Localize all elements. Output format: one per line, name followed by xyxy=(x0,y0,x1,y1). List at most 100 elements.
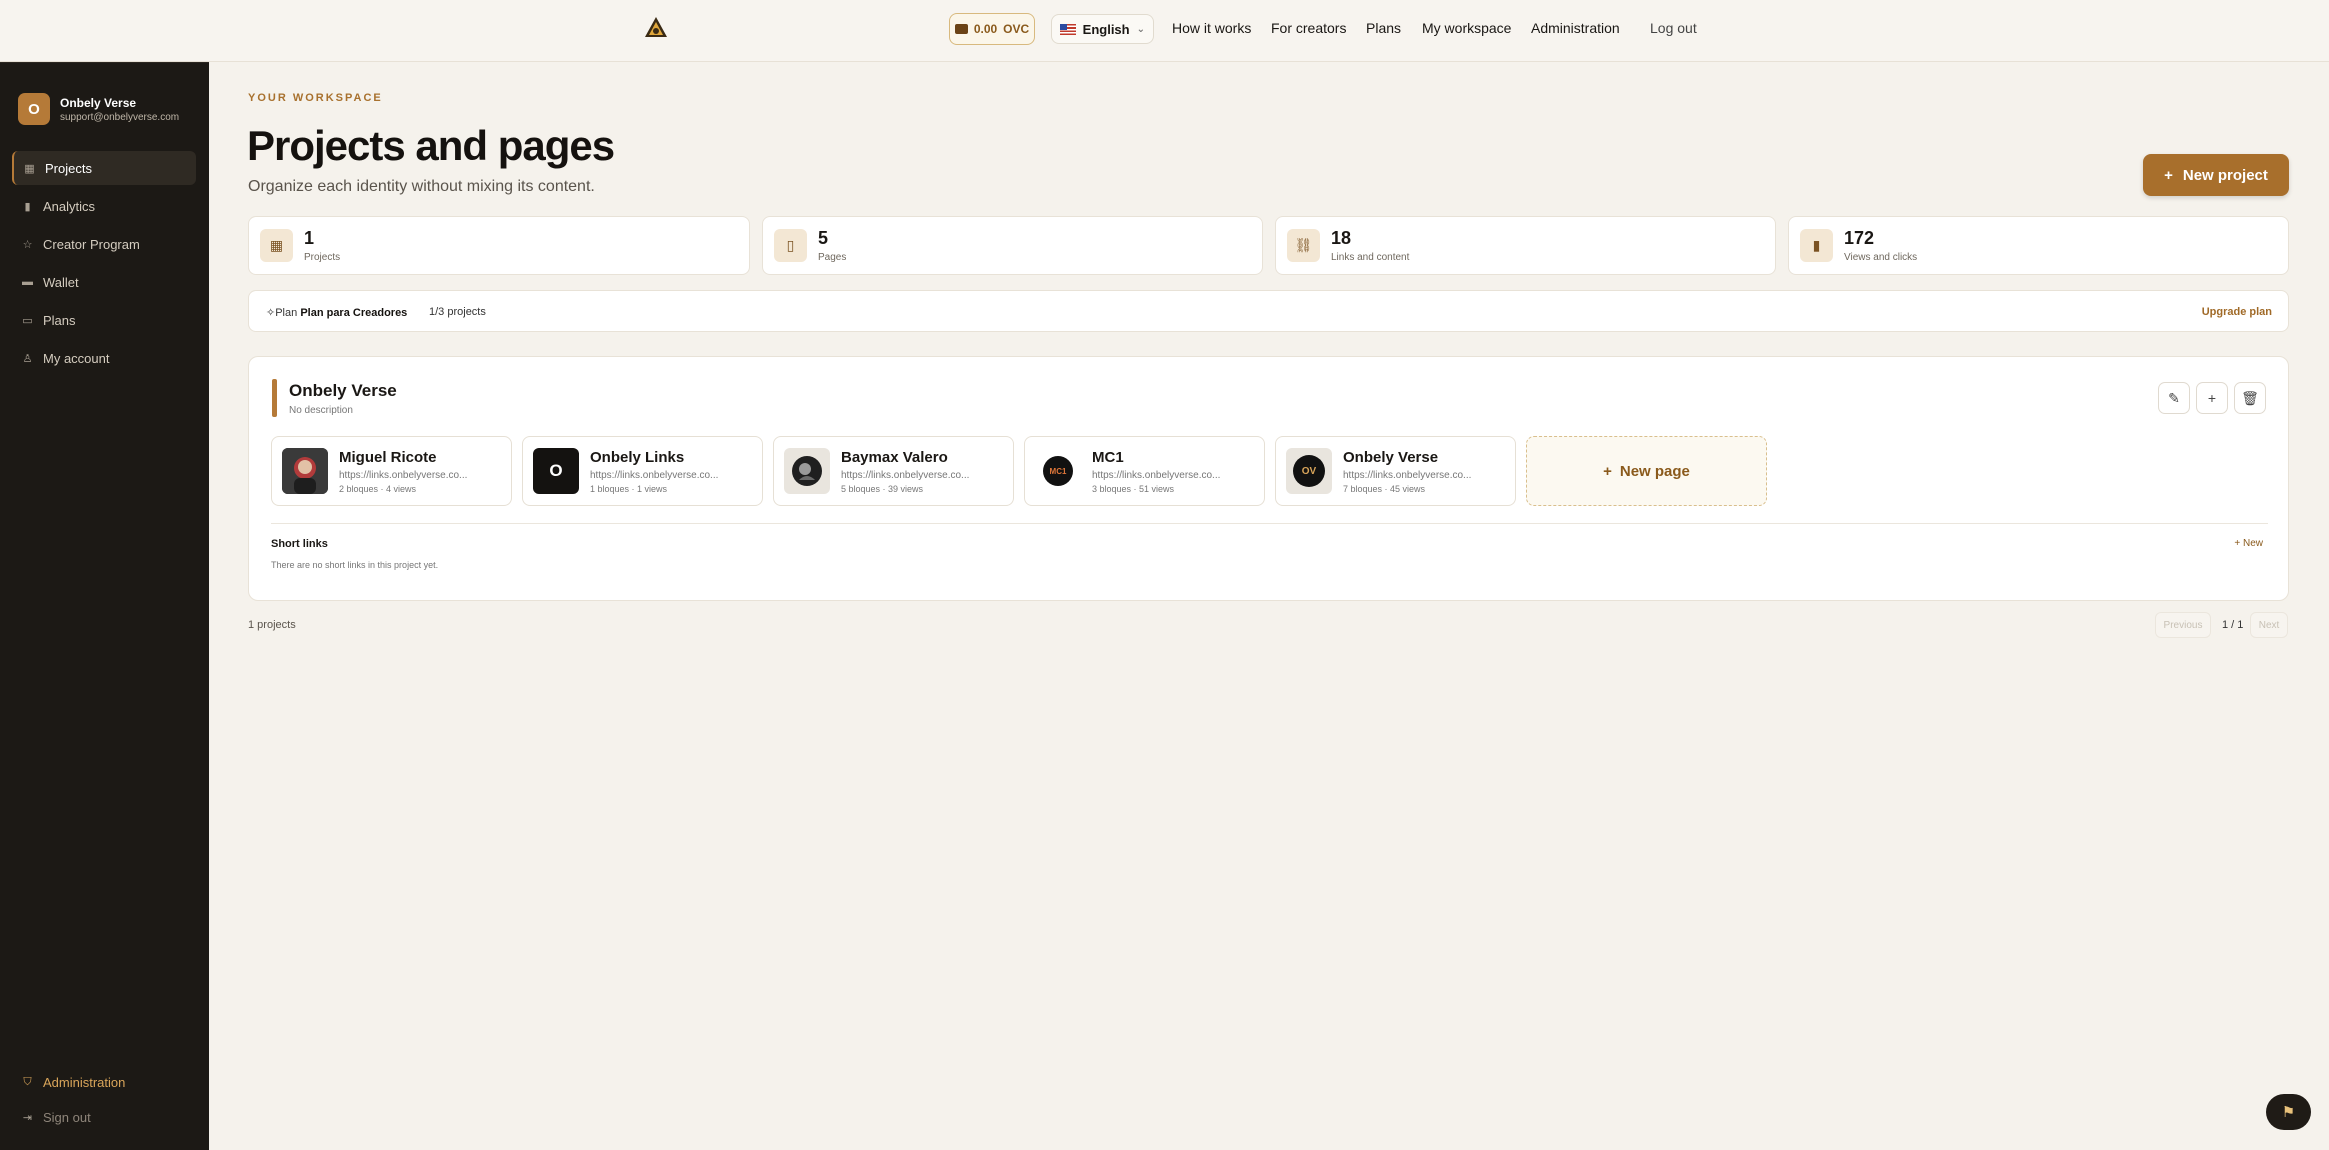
page-name: Baymax Valero xyxy=(841,449,948,466)
page-meta: 2 bloques · 4 views xyxy=(339,484,417,494)
sidebar-item-analytics[interactable]: ▮ Analytics xyxy=(12,189,196,223)
page-thumbnail: OV xyxy=(1286,448,1332,494)
page-thumbnail xyxy=(784,448,830,494)
page-meta: 3 bloques · 51 views xyxy=(1092,484,1175,494)
stat-card-views: ▮ 172 Views and clicks xyxy=(1788,216,2289,275)
add-page-button[interactable]: + xyxy=(2196,382,2228,414)
sidebar-item-label: Wallet xyxy=(43,274,79,290)
stat-value: 1 xyxy=(304,228,315,248)
page-name: Miguel Ricote xyxy=(339,449,437,466)
bar-chart-icon: ▮ xyxy=(1800,229,1833,262)
page-tile-onbely-links[interactable]: O Onbely Links https://links.onbelyverse… xyxy=(522,436,763,506)
page-tile-mc1[interactable]: MC1 MC1 https://links.onbelyverse.co... … xyxy=(1024,436,1265,506)
wallet-icon: ▬ xyxy=(22,276,33,288)
sidebar-item-wallet[interactable]: ▬ Wallet xyxy=(12,265,196,299)
edit-project-button[interactable]: ✎ xyxy=(2158,382,2190,414)
user-name: Onbely Verse xyxy=(60,95,137,110)
nav-my-workspace[interactable]: My workspace xyxy=(1422,20,1511,36)
stat-card-links: ⛓ 18 Links and content xyxy=(1275,216,1776,275)
plus-icon: + xyxy=(2164,166,2173,184)
feedback-button[interactable]: ⚑ xyxy=(2266,1094,2311,1130)
stat-card-pages: ▯ 5 Pages xyxy=(762,216,1263,275)
new-page-button[interactable]: + New page xyxy=(1526,436,1767,506)
delete-project-button[interactable]: 🗑 xyxy=(2234,382,2266,414)
plus-icon: + xyxy=(2234,538,2241,549)
shield-icon: ⛉ xyxy=(23,1075,32,1088)
nav-for-creators[interactable]: For creators xyxy=(1271,20,1346,36)
wallet-balance-chip[interactable]: 0.00 OVC xyxy=(949,13,1035,45)
new-project-button[interactable]: + New project xyxy=(2143,154,2289,196)
nav-plans[interactable]: Plans xyxy=(1366,20,1401,36)
nav-administration[interactable]: Administration xyxy=(1531,20,1620,36)
grid-icon: ▦ xyxy=(260,229,293,262)
upgrade-plan-link[interactable]: Upgrade plan xyxy=(2202,306,2272,318)
user-email: support@onbelyverse.com xyxy=(60,111,180,123)
sidebar-item-sign-out[interactable]: ⇥ Sign out xyxy=(12,1100,196,1134)
sidebar: O Onbely Verse support@onbelyverse.com ▦… xyxy=(0,62,209,1150)
sidebar-item-projects[interactable]: ▦ Projects xyxy=(12,151,196,185)
page-url: https://links.onbelyverse.co... xyxy=(1343,470,1472,481)
page-tile-baymax-valero[interactable]: Baymax Valero https://links.onbelyverse.… xyxy=(773,436,1014,506)
sidebar-item-label: Analytics xyxy=(43,198,96,214)
sidebar-item-label: Administration xyxy=(43,1074,126,1090)
stat-label: Links and content xyxy=(1331,252,1410,263)
short-links-empty: There are no short links in this project… xyxy=(271,560,439,570)
page-tile-miguel-ricote[interactable]: Miguel Ricote https://links.onbelyverse.… xyxy=(271,436,512,506)
plus-icon: + xyxy=(2207,390,2217,406)
avatar-image xyxy=(792,456,822,486)
sidebar-item-my-account[interactable]: ♙ My account xyxy=(12,341,196,375)
sidebar-item-creator-program[interactable]: ☆ Creator Program xyxy=(12,227,196,261)
user-icon: ♙ xyxy=(22,352,33,365)
plan-usage: 1/3 projects xyxy=(429,306,486,318)
user-profile: O Onbely Verse support@onbelyverse.com xyxy=(18,93,179,125)
page-url: https://links.onbelyverse.co... xyxy=(339,470,468,481)
divider xyxy=(271,523,2268,524)
sidebar-item-label: Projects xyxy=(45,160,92,176)
page-subtitle: Organize each identity without mixing it… xyxy=(248,178,595,195)
sidebar-item-administration[interactable]: ⛉ Administration xyxy=(12,1065,196,1099)
pencil-icon: ✎ xyxy=(2168,389,2180,406)
chevron-down-icon: ⌄ xyxy=(1136,23,1145,35)
brand-logo[interactable] xyxy=(643,15,669,41)
next-page-button[interactable]: Next xyxy=(2250,612,2288,638)
new-project-label: New project xyxy=(2182,166,2268,184)
new-short-link-label: New xyxy=(2242,538,2263,549)
wallet-unit: OVC xyxy=(1003,22,1030,36)
new-page-label: New page xyxy=(1619,462,1690,480)
sign-out-icon: ⇥ xyxy=(22,1111,33,1124)
page-meta: 5 bloques · 39 views xyxy=(841,484,924,494)
previous-page-button[interactable]: Previous xyxy=(2155,612,2211,638)
page-meta: 1 bloques · 1 views xyxy=(590,484,668,494)
project-name: Onbely Verse xyxy=(289,381,397,400)
page-name: Onbely Verse xyxy=(1343,449,1439,466)
nav-how-it-works[interactable]: How it works xyxy=(1172,20,1251,36)
grid-icon: ▦ xyxy=(24,162,35,175)
stat-label: Pages xyxy=(818,252,847,263)
stat-value: 18 xyxy=(1331,228,1352,248)
page-url: https://links.onbelyverse.co... xyxy=(590,470,719,481)
page-url: https://links.onbelyverse.co... xyxy=(841,470,970,481)
sidebar-item-label: Creator Program xyxy=(43,236,140,252)
new-short-link-button[interactable]: + New xyxy=(2234,538,2263,549)
avatar: O xyxy=(18,93,50,125)
page-thumbnail: O xyxy=(533,448,579,494)
portrait-image xyxy=(282,448,328,494)
sidebar-item-plans[interactable]: ▭ Plans xyxy=(12,303,196,337)
phone-icon: ▯ xyxy=(774,229,807,262)
language-select[interactable]: English ⌄ xyxy=(1051,14,1154,44)
eyebrow-label: YOUR WORKSPACE xyxy=(248,92,383,104)
stat-card-projects: ▦ 1 Projects xyxy=(248,216,750,275)
project-description: No description xyxy=(289,405,353,416)
project-count: 1 projects xyxy=(248,619,296,631)
plan-info: ✧Plan Plan para Creadores xyxy=(266,306,407,319)
stat-value: 5 xyxy=(818,228,829,248)
star-icon: ☆ xyxy=(22,238,33,251)
stat-label: Views and clicks xyxy=(1844,252,1918,263)
plan-bar: ✧Plan Plan para Creadores 1/3 projects U… xyxy=(248,290,2289,332)
page-tile-onbely-verse[interactable]: OV Onbely Verse https://links.onbelyvers… xyxy=(1275,436,1516,506)
short-links-title: Short links xyxy=(271,538,328,550)
onbely-verse-logo: OV xyxy=(1293,455,1325,487)
card-icon: ▭ xyxy=(22,314,33,327)
language-label: English xyxy=(1082,21,1130,37)
nav-log-out[interactable]: Log out xyxy=(1650,20,1697,36)
